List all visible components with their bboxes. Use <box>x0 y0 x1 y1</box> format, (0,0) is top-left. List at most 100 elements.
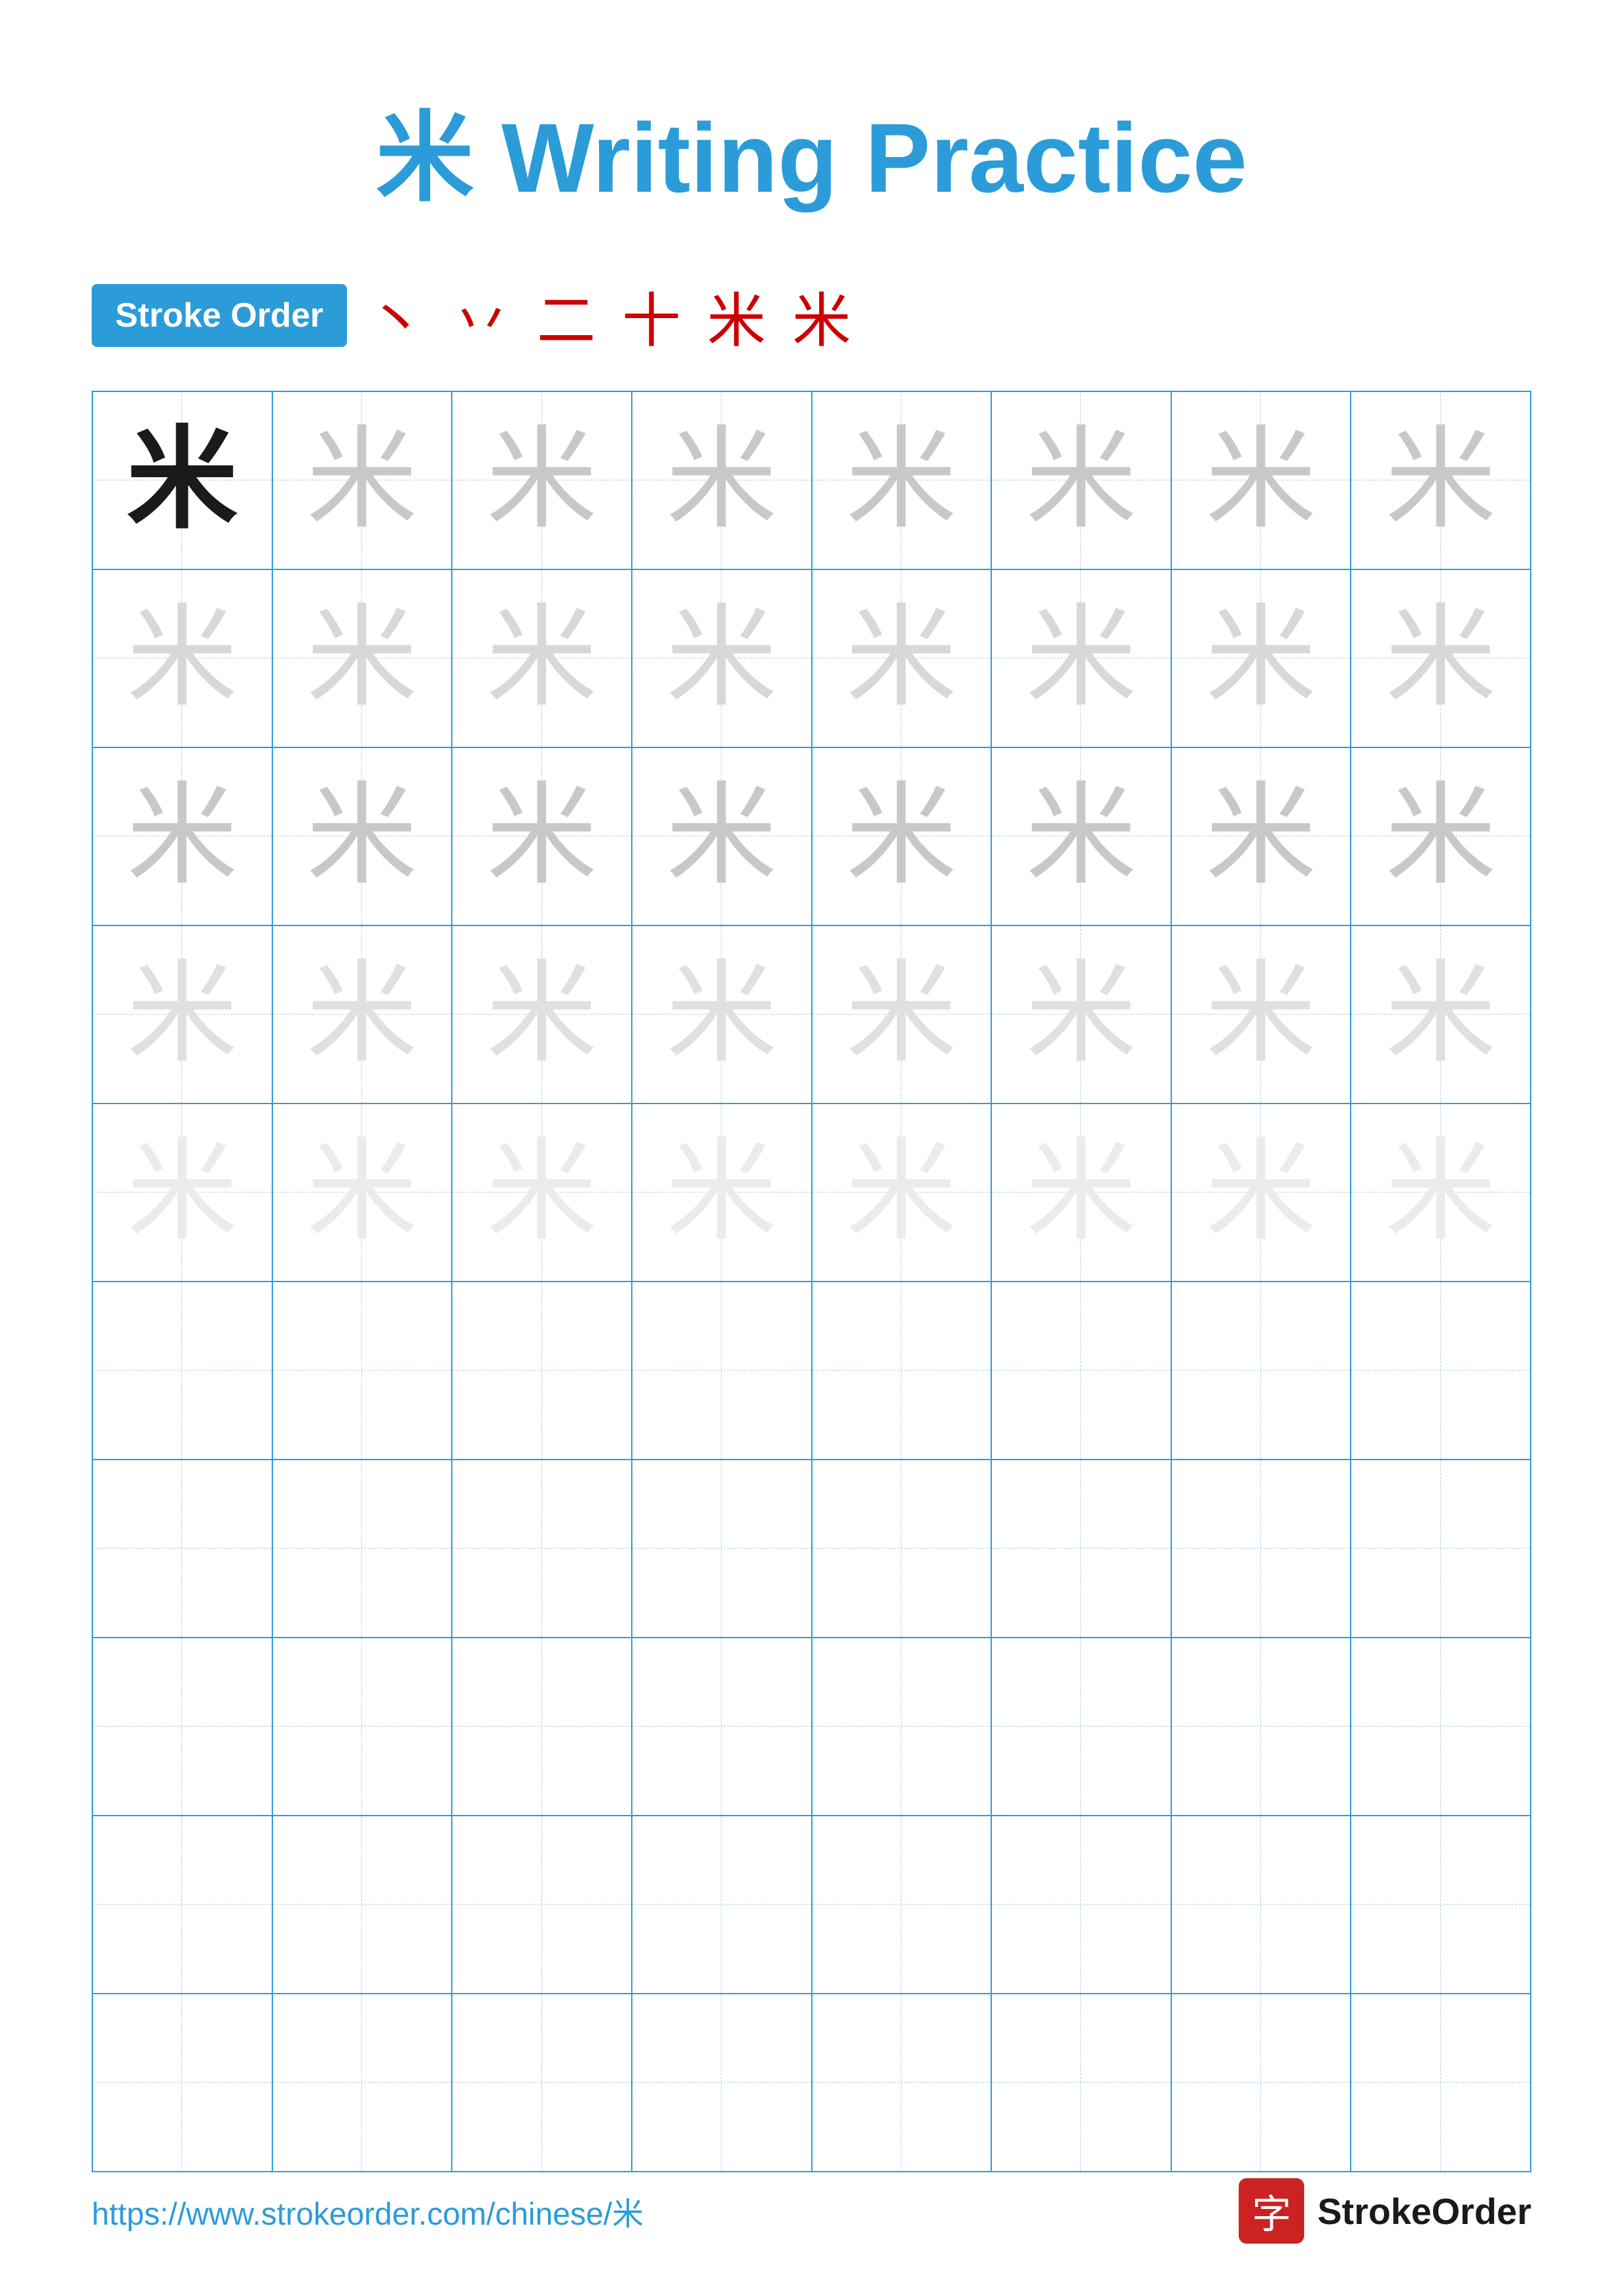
grid-cell[interactable] <box>93 1816 273 1993</box>
cell-character: 米 <box>306 959 418 1070</box>
grid-cell[interactable] <box>93 1282 273 1459</box>
grid-cell[interactable]: 米 <box>452 1104 632 1281</box>
cell-character: 米 <box>126 603 238 714</box>
grid-cell[interactable] <box>273 1638 453 1815</box>
grid-cell[interactable] <box>992 1460 1172 1637</box>
title-section: 米 Writing Practice <box>92 79 1531 221</box>
grid-cell[interactable] <box>992 1282 1172 1459</box>
grid-cell[interactable] <box>273 1460 453 1637</box>
grid-cell[interactable] <box>812 1282 993 1459</box>
grid-cell[interactable] <box>273 1994 453 2171</box>
grid-cell[interactable] <box>273 1282 453 1459</box>
grid-cell[interactable] <box>1351 1282 1530 1459</box>
grid-cell[interactable]: 米 <box>273 1104 453 1281</box>
grid-cell[interactable]: 米 <box>992 1104 1172 1281</box>
grid-cell[interactable]: 米 <box>273 570 453 747</box>
grid-cell[interactable]: 米 <box>992 392 1172 569</box>
grid-cell[interactable]: 米 <box>93 570 273 747</box>
grid-cell[interactable]: 米 <box>273 748 453 925</box>
grid-cell[interactable]: 米 <box>1172 926 1352 1103</box>
cell-character: 米 <box>846 781 957 892</box>
grid-cell[interactable] <box>93 1638 273 1815</box>
grid-cell[interactable]: 米 <box>273 392 453 569</box>
grid-cell[interactable] <box>632 1638 812 1815</box>
cell-character: 米 <box>1385 425 1497 536</box>
grid-cell[interactable]: 米 <box>452 926 632 1103</box>
grid-cell[interactable]: 米 <box>93 1104 273 1281</box>
grid-cell[interactable] <box>93 1994 273 2171</box>
grid-cell[interactable] <box>1172 1638 1352 1815</box>
grid-cell[interactable]: 米 <box>992 570 1172 747</box>
grid-cell[interactable] <box>1351 1994 1530 2171</box>
cell-character: 米 <box>666 781 777 892</box>
grid-cell[interactable]: 米 <box>632 570 812 747</box>
cell-character: 米 <box>666 1137 777 1248</box>
cell-character: 米 <box>486 425 598 536</box>
grid-cell[interactable]: 米 <box>812 392 993 569</box>
grid-cell[interactable]: 米 <box>812 926 993 1103</box>
grid-cell[interactable] <box>992 1638 1172 1815</box>
grid-cell[interactable] <box>452 1638 632 1815</box>
grid-cell[interactable] <box>452 1460 632 1637</box>
footer-url[interactable]: https://www.strokeorder.com/chinese/米 <box>92 2188 644 2234</box>
grid-cell[interactable]: 米 <box>1351 926 1530 1103</box>
grid-cell[interactable]: 米 <box>632 926 812 1103</box>
grid-cell[interactable]: 米 <box>93 748 273 925</box>
grid-cell[interactable]: 米 <box>632 748 812 925</box>
grid-cell[interactable] <box>812 1994 993 2171</box>
grid-cell[interactable] <box>1351 1816 1530 1993</box>
cell-character: 米 <box>1025 1137 1137 1248</box>
grid-row <box>93 1816 1530 1994</box>
grid-cell[interactable]: 米 <box>812 570 993 747</box>
grid-cell[interactable]: 米 <box>1172 1104 1352 1281</box>
grid-cell[interactable]: 米 <box>1172 570 1352 747</box>
grid-cell[interactable] <box>452 1994 632 2171</box>
grid-cell[interactable] <box>452 1282 632 1459</box>
grid-cell[interactable]: 米 <box>812 748 993 925</box>
stroke-order-section: Stroke Order 丶 丷 二 十 米 米 <box>92 273 1531 358</box>
page-title: 米 Writing Practice <box>376 103 1247 213</box>
grid-cell[interactable]: 米 <box>452 570 632 747</box>
grid-cell[interactable]: 米 <box>812 1104 993 1281</box>
grid-cell[interactable] <box>812 1816 993 1993</box>
grid-cell[interactable] <box>1172 1994 1352 2171</box>
grid-cell[interactable] <box>1351 1638 1530 1815</box>
grid-cell[interactable] <box>1172 1460 1352 1637</box>
grid-cell[interactable]: 米 <box>632 1104 812 1281</box>
grid-cell[interactable] <box>632 1816 812 1993</box>
grid-cell[interactable] <box>812 1460 993 1637</box>
cell-character: 米 <box>1025 425 1137 536</box>
grid-cell[interactable]: 米 <box>1172 392 1352 569</box>
grid-cell[interactable]: 米 <box>1351 748 1530 925</box>
grid-cell[interactable] <box>1351 1460 1530 1637</box>
grid-cell[interactable]: 米 <box>273 926 453 1103</box>
grid-cell[interactable]: 米 <box>992 748 1172 925</box>
title-label: Writing Practice <box>501 103 1247 213</box>
grid-cell[interactable]: 米 <box>452 748 632 925</box>
grid-cell[interactable] <box>1172 1816 1352 1993</box>
grid-cell[interactable] <box>632 1282 812 1459</box>
grid-cell[interactable] <box>452 1816 632 1993</box>
cell-character: 米 <box>666 959 777 1070</box>
cell-character: 米 <box>846 603 957 714</box>
grid-cell[interactable]: 米 <box>93 392 273 569</box>
grid-cell[interactable]: 米 <box>1351 392 1530 569</box>
grid-cell[interactable] <box>992 1994 1172 2171</box>
grid-cell[interactable] <box>812 1638 993 1815</box>
grid-cell[interactable]: 米 <box>992 926 1172 1103</box>
grid-cell[interactable]: 米 <box>93 926 273 1103</box>
grid-cell[interactable] <box>992 1816 1172 1993</box>
grid-cell[interactable]: 米 <box>452 392 632 569</box>
grid-cell[interactable] <box>93 1460 273 1637</box>
grid-cell[interactable]: 米 <box>1172 748 1352 925</box>
grid-cell[interactable]: 米 <box>632 392 812 569</box>
cell-character: 米 <box>486 1137 598 1248</box>
grid-cell[interactable] <box>1172 1282 1352 1459</box>
cell-character: 米 <box>306 781 418 892</box>
grid-cell[interactable]: 米 <box>1351 570 1530 747</box>
grid-cell[interactable] <box>273 1816 453 1993</box>
grid-cell[interactable] <box>632 1460 812 1637</box>
brand-icon: 字 <box>1239 2178 1304 2244</box>
grid-cell[interactable] <box>632 1994 812 2171</box>
grid-cell[interactable]: 米 <box>1351 1104 1530 1281</box>
